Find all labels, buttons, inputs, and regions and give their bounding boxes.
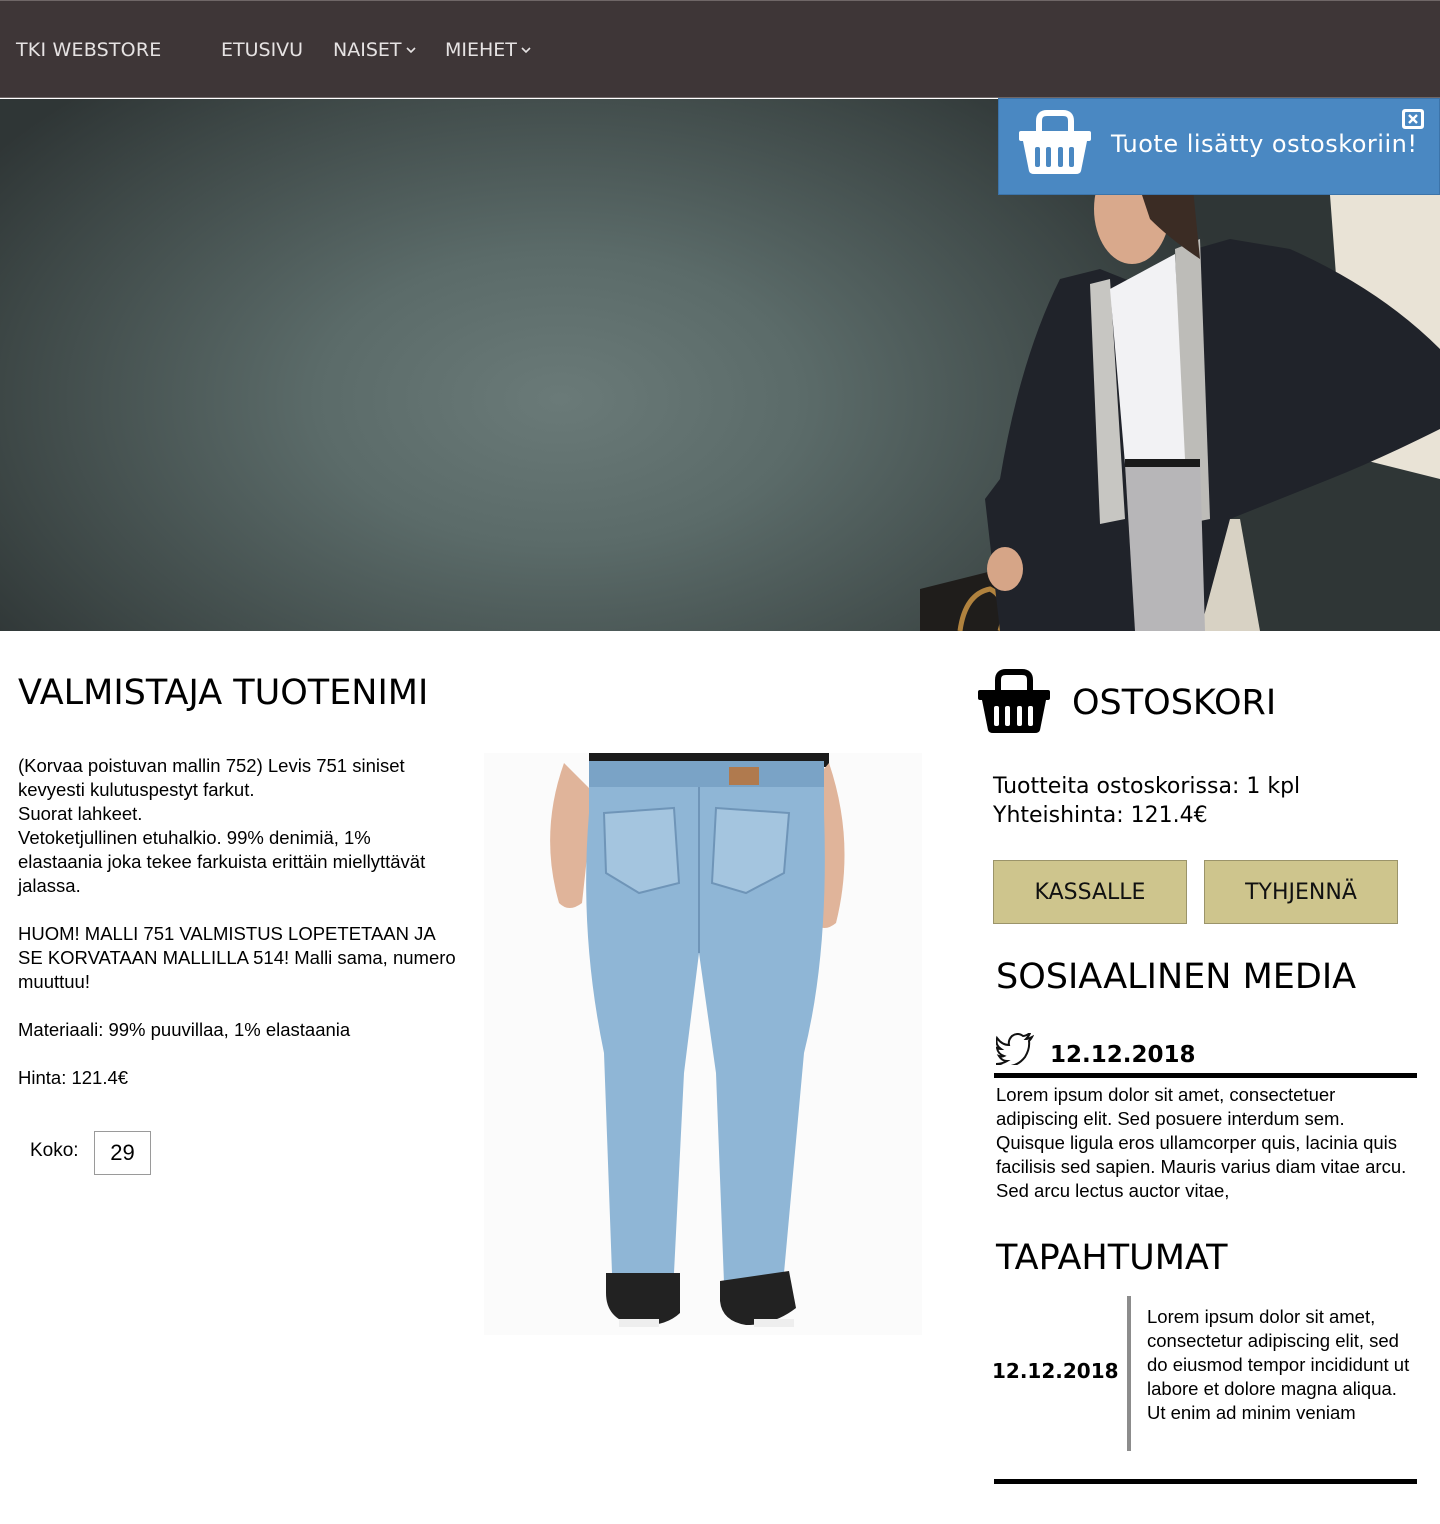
chevron-down-icon (521, 47, 531, 54)
cart-item-count: Tuotteita ostoskorissa: 1 kpl (993, 774, 1301, 799)
basket-icon (1019, 110, 1091, 174)
nav-item-naiset[interactable]: NAISET (333, 39, 417, 61)
divider (994, 1479, 1417, 1484)
size-selector[interactable]: 29 (94, 1131, 151, 1175)
chevron-down-icon (405, 47, 416, 54)
empty-cart-button[interactable]: TYHJENNÄ (1204, 860, 1398, 924)
cart-total-price: Yhteishinta: 121.4€ (993, 803, 1208, 828)
divider (994, 1073, 1417, 1078)
discontinuation-notice: HUOM! MALLI 751 VALMISTUS LOPETETAAN JA … (18, 923, 456, 992)
nav-item-etusivu[interactable]: ETUSIVU (221, 39, 303, 61)
close-icon[interactable] (1401, 108, 1425, 130)
description-line: Vetoketjullinen etuhalkio. 99% denimiä, … (18, 827, 426, 896)
product-description: (Korvaa poistuvan mallin 752) Levis 751 … (18, 754, 458, 1090)
tweet-date: 12.12.2018 (1050, 1042, 1196, 1068)
nav-item-miehet[interactable]: MIEHET (445, 39, 532, 61)
notification-message: Tuote lisätty ostoskoriin! (1111, 130, 1418, 158)
size-label: Koko: (30, 1140, 79, 1161)
event-date: 12.12.2018 (992, 1359, 1119, 1383)
checkout-button[interactable]: KASSALLE (993, 860, 1187, 924)
product-title: VALMISTAJA TUOTENIMI (18, 673, 429, 713)
event-divider (1127, 1296, 1131, 1451)
twitter-icon[interactable] (996, 1033, 1034, 1065)
nav-item-label: MIEHET (445, 39, 517, 61)
description-line: (Korvaa poistuvan mallin 752) Levis 751 … (18, 755, 405, 800)
nav-item-label: NAISET (333, 39, 402, 61)
tweet-text: Lorem ipsum dolor sit amet, consectetuer… (996, 1084, 1407, 1201)
event-text: Lorem ipsum dolor sit amet, consectetur … (1147, 1306, 1410, 1423)
cart-title: OSTOSKORI (1072, 683, 1277, 723)
top-navigation-bar: TKI WEBSTORE ETUSIVU NAISET MIEHET (0, 0, 1440, 98)
brand-logo-text[interactable]: TKI WEBSTORE (16, 39, 161, 61)
product-price: Hinta: 121.4€ (18, 1067, 129, 1088)
added-to-cart-notification: Tuote lisätty ostoskoriin! (998, 98, 1440, 195)
product-material: Materiaali: 99% puuvillaa, 1% elastaania (18, 1019, 351, 1040)
nav-item-label: ETUSIVU (221, 39, 304, 61)
social-media-heading: SOSIAALINEN MEDIA (996, 957, 1357, 997)
description-line: Suorat lahkeet. (18, 803, 143, 824)
product-image-jeans (484, 753, 922, 1335)
basket-icon (978, 669, 1050, 733)
events-heading: TAPAHTUMAT (996, 1238, 1228, 1278)
